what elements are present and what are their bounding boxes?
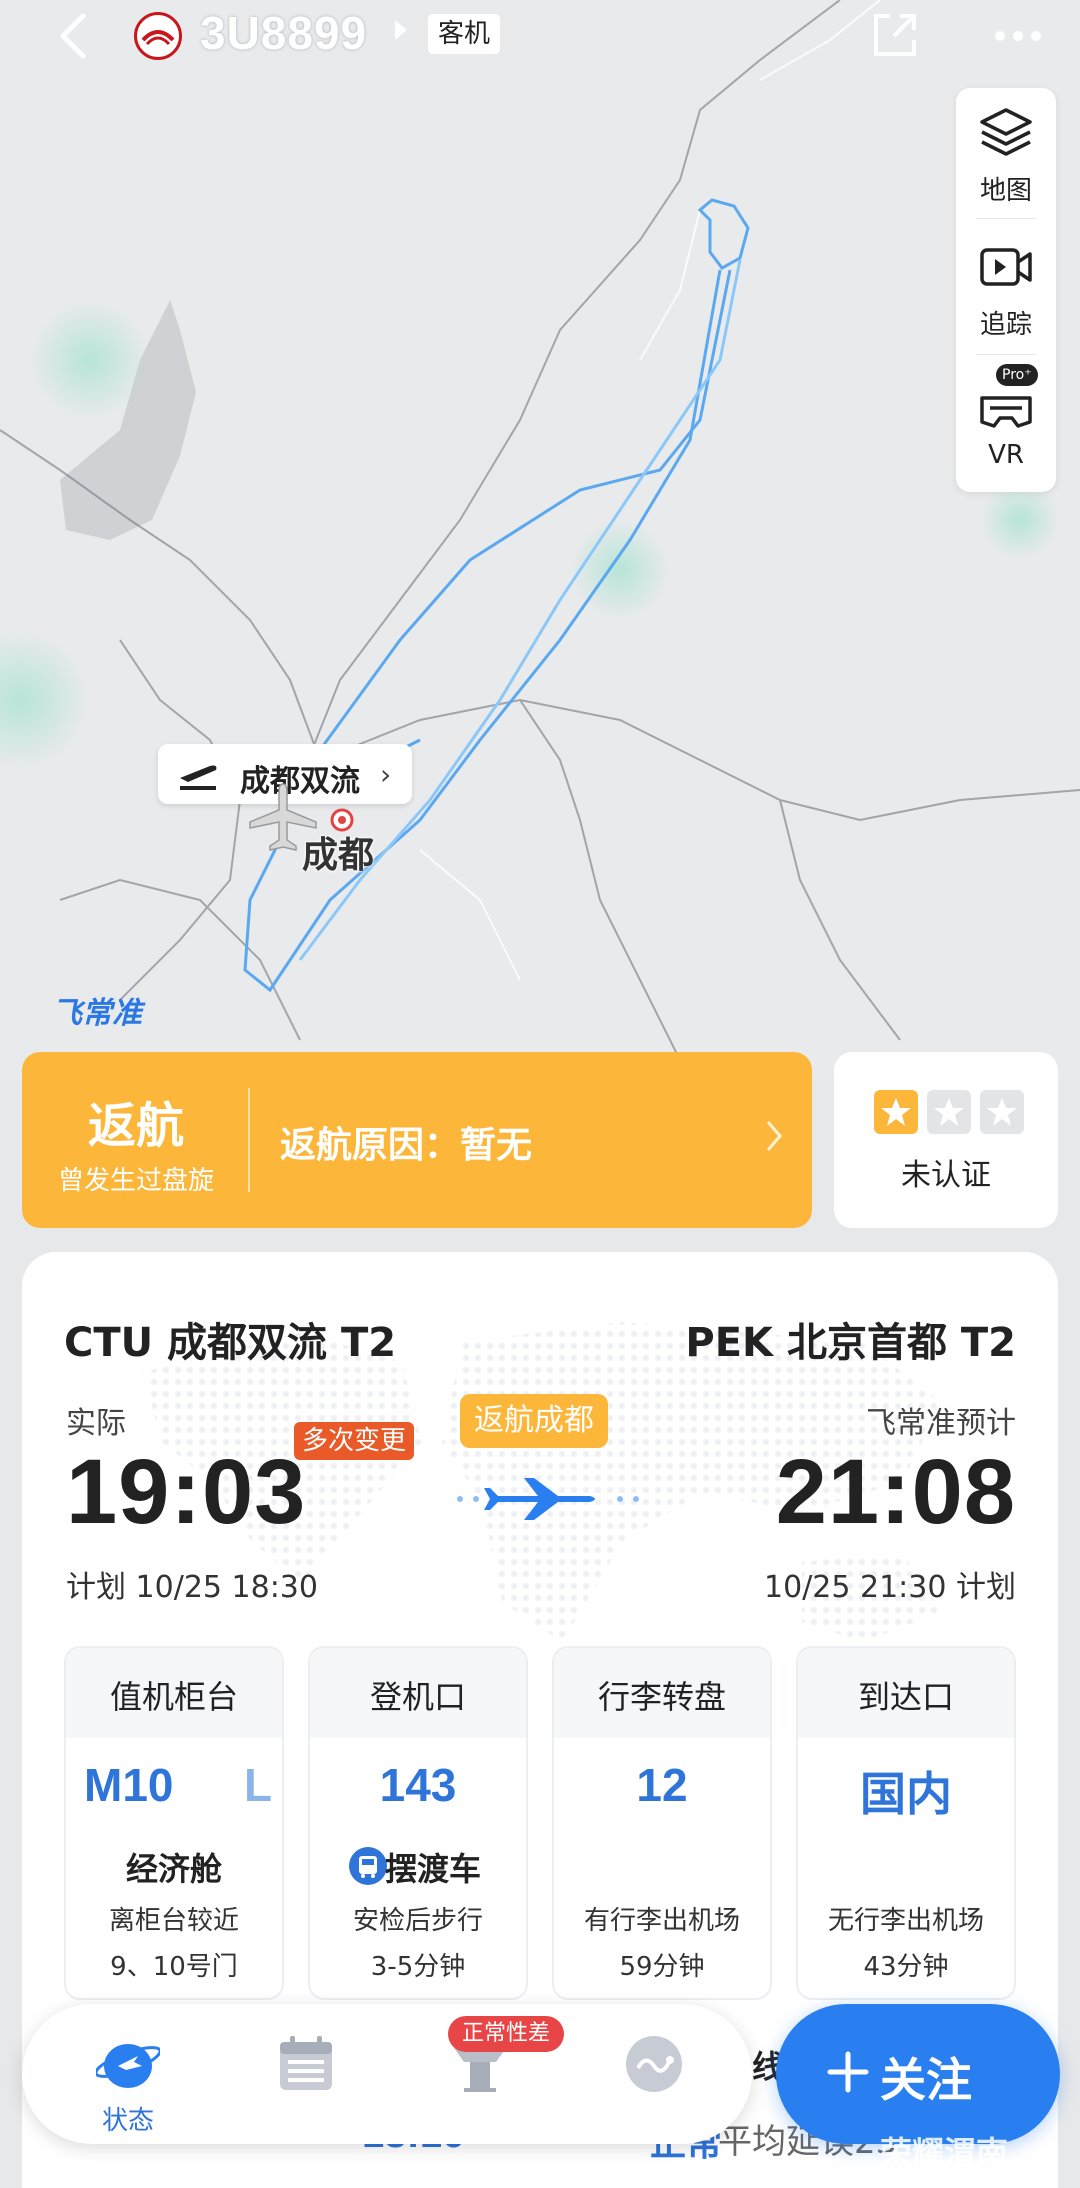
track-label: 追踪: [979, 310, 1032, 340]
sichuan-airlines-logo-icon: [141, 30, 175, 46]
vr-tool[interactable]: Pro⁺ VR: [956, 358, 1056, 488]
share-button[interactable]: [866, 8, 922, 64]
flight-number[interactable]: 3U8899: [200, 6, 367, 60]
follow-label: 关注: [880, 2053, 972, 2107]
map-canvas: [0, 0, 1080, 1080]
more-button[interactable]: [988, 12, 1048, 60]
arrival-airport[interactable]: PEK 北京首都 T2: [685, 1310, 1016, 1368]
city-label: 成都: [302, 835, 375, 876]
exit-value: 国内: [860, 1767, 952, 1821]
map-layer-tool[interactable]: 地图: [956, 88, 1056, 218]
tile-title: 行李转盘: [597, 1678, 726, 1716]
multiple-change-badge[interactable]: 多次变更: [294, 1422, 415, 1460]
arrival-exit-tile[interactable]: 到达口 国内 无行李出机场 43分钟: [796, 1646, 1016, 2000]
takeoff-icon: [180, 765, 217, 790]
tool-divider: [976, 354, 1036, 355]
return-destination-badge: 返航成都: [460, 1394, 608, 1448]
status-icon: [96, 2044, 160, 2088]
tile-title: 登机口: [369, 1678, 466, 1716]
route-plane-icon: [457, 1478, 639, 1520]
nav-status[interactable]: 状态: [58, 2004, 198, 2144]
flight-map[interactable]: 3U8899 客机 地图 追踪 Pro⁺ VR 成都双流 › 成都 飞常准: [0, 0, 1080, 1080]
return-reason: 返航原因：暂无: [280, 1125, 533, 1166]
nav-chat[interactable]: [584, 2004, 724, 2144]
tile-note: 43分钟: [863, 1952, 949, 1982]
nav-status-label: 状态: [101, 2106, 154, 2136]
airport-info-tiles: 值机柜台 M10 L 经济舱 离柜台较近 9、10号门 登机口 143 摆渡车 …: [64, 1646, 1016, 2000]
counter-value: M10: [84, 1759, 174, 1811]
tile-title: 值机柜台: [109, 1678, 238, 1716]
tile-note: 有行李出机场: [583, 1906, 740, 1936]
layers-icon: [980, 108, 1032, 156]
departure-planned: 计划 10/25 18:30: [66, 1570, 318, 1605]
tile-note: 3-5分钟: [370, 1952, 466, 1982]
aircraft-type-badge: 客机: [428, 14, 501, 54]
plus-icon: [827, 2051, 869, 2093]
track-video-icon: [980, 248, 1032, 286]
share-icon: [874, 14, 916, 56]
corner-watermark: 荣耀渭南: [880, 2134, 1009, 2172]
banner-divider: [248, 1088, 250, 1192]
tile-note: 9、10号门: [110, 1952, 238, 1982]
tile-note: 安检后步行: [352, 1906, 483, 1936]
gate-value: 143: [379, 1759, 457, 1811]
tile-note: 59分钟: [619, 1952, 705, 1982]
top-bar: 3U8899 客机: [0, 0, 1080, 72]
status-title: 返航: [87, 1098, 184, 1154]
rating-stars: [874, 1090, 1024, 1134]
status-subtitle: 曾发生过盘旋: [57, 1166, 214, 1196]
vr-label: VR: [988, 440, 1024, 470]
counter-value-next: L: [244, 1759, 273, 1811]
pro-badge: Pro⁺: [996, 364, 1038, 386]
tile-title: 到达口: [857, 1678, 954, 1716]
more-icon: [995, 31, 1041, 41]
chevron-right-icon: [766, 1121, 782, 1151]
departure-time: 19:03: [66, 1441, 307, 1543]
certification-card[interactable]: 未认证: [834, 1052, 1058, 1228]
flight-switch-caret-icon[interactable]: [395, 20, 407, 40]
bottom-navigation: 状态: [22, 2004, 752, 2144]
gate-tile[interactable]: 登机口 143 摆渡车 安检后步行 3-5分钟: [308, 1646, 528, 2000]
tool-divider: [976, 218, 1036, 219]
arrival-time: 21:08: [775, 1441, 1016, 1543]
cabin-class: 经济舱: [125, 1850, 222, 1888]
map-layer-label: 地图: [979, 176, 1032, 206]
tile-note: 离柜台较近: [108, 1906, 239, 1936]
calendar-list-icon: [280, 2036, 332, 2090]
return-status-banner[interactable]: 返航 曾发生过盘旋 返航原因：暂无: [22, 1052, 812, 1228]
vr-icon: [980, 396, 1032, 428]
shuttle-bus-label: 摆渡车: [384, 1850, 481, 1888]
track-tool[interactable]: 追踪: [956, 222, 1056, 352]
back-icon: [60, 13, 86, 59]
certification-label: 未认证: [901, 1158, 991, 1193]
arrival-time-kind: 飞常准预计: [866, 1406, 1016, 1441]
arrival-planned: 10/25 21:30 计划: [764, 1570, 1016, 1605]
tile-note: 无行李出机场: [827, 1906, 984, 1936]
chat-icon: [626, 2036, 682, 2092]
follow-button[interactable]: 关注: [776, 2004, 1060, 2144]
airline-logo: [134, 12, 182, 60]
departure-time-kind: 实际: [66, 1406, 126, 1441]
map-tools-panel: 地图 追踪 Pro⁺ VR: [956, 88, 1056, 492]
nav-schedule[interactable]: [236, 2004, 376, 2144]
checkin-counter-tile[interactable]: 值机柜台 M10 L 经济舱 离柜台较近 9、10号门: [64, 1646, 284, 2000]
departure-airport[interactable]: CTU 成都双流 T2: [64, 1310, 396, 1368]
carousel-value: 12: [636, 1759, 688, 1811]
brand-watermark: 飞常准: [52, 996, 142, 1031]
back-button[interactable]: [48, 10, 98, 62]
delay-badge: 正常性差: [448, 2016, 565, 2052]
baggage-carousel-tile[interactable]: 行李转盘 12 有行李出机场 59分钟: [552, 1646, 772, 2000]
chevron-right-icon: ›: [380, 758, 392, 791]
